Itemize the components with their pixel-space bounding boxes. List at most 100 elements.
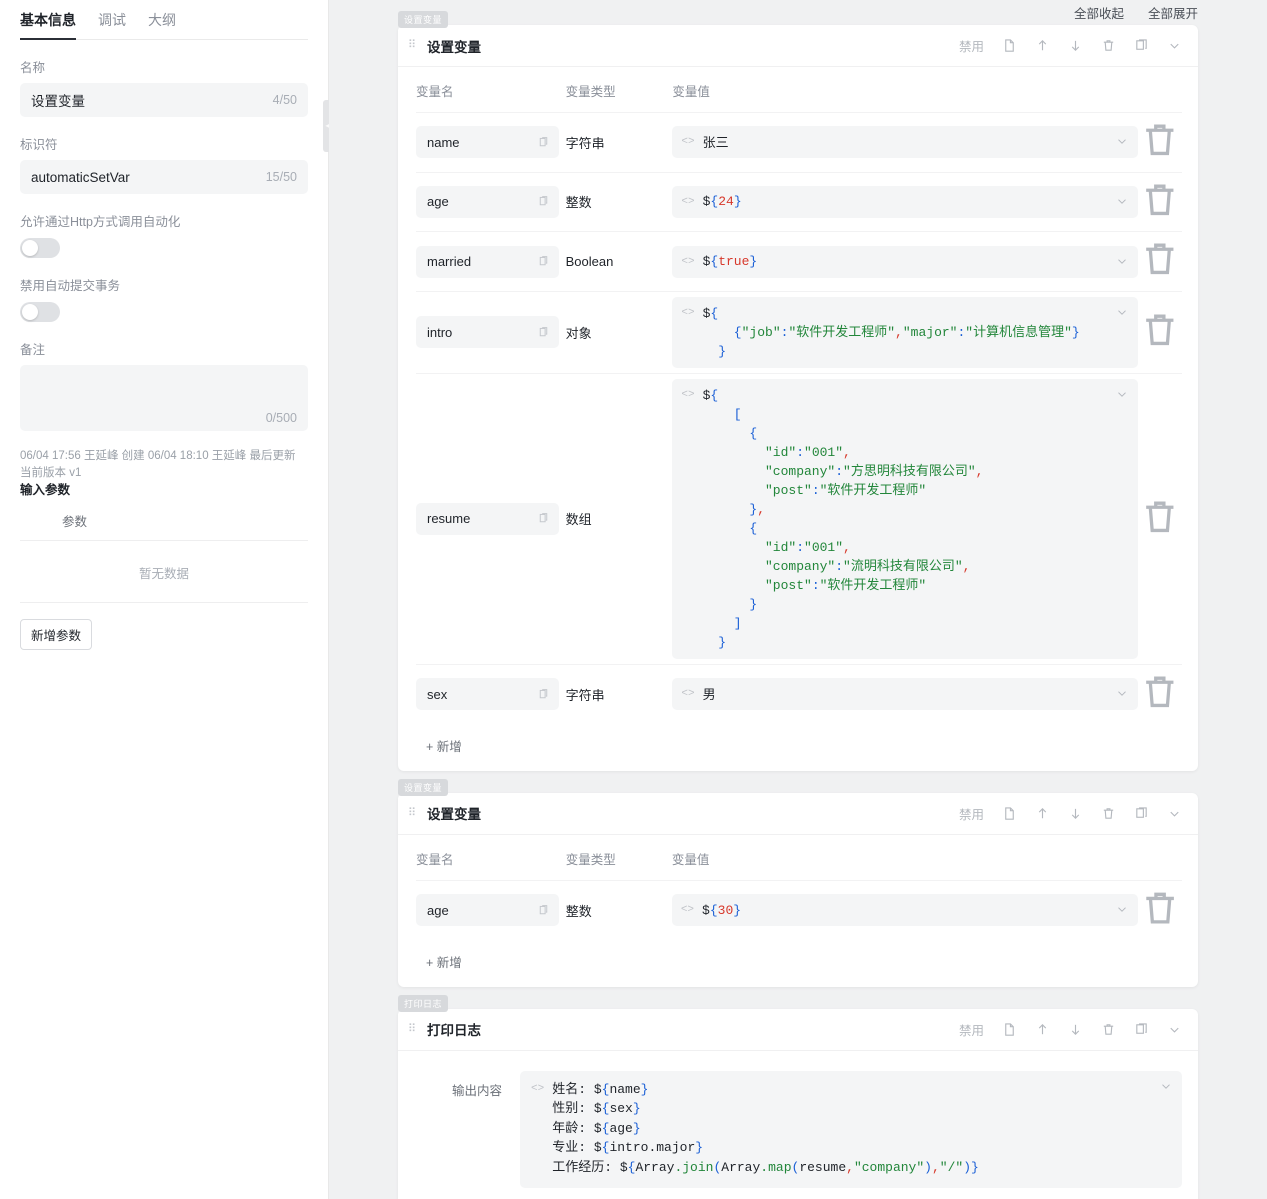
var-value-text: ${ [ { "id":"001", "company":"方思明科技有限公司"…: [703, 386, 984, 652]
var-type-cell: 整数: [566, 880, 672, 940]
node-head-actions: 禁用: [959, 804, 1182, 823]
copy-field-icon[interactable]: [537, 136, 550, 149]
name-char-count: 4/50: [273, 93, 297, 107]
chevron-down-icon[interactable]: [1167, 38, 1182, 53]
node-card: ⠿打印日志禁用输出内容<>姓名: ${name} 性别: ${sex} 年龄: …: [398, 1009, 1198, 1199]
disable-node-button[interactable]: 禁用: [959, 36, 984, 55]
copy-node-icon[interactable]: [1134, 38, 1149, 53]
delete-row-icon[interactable]: [1138, 149, 1182, 166]
version-line: 当前版本 v1: [20, 465, 308, 482]
value-expand-chevron-icon[interactable]: [1159, 1079, 1173, 1093]
remark-textarea[interactable]: 0/500: [20, 365, 308, 431]
var-value-editor[interactable]: <>${30}: [672, 894, 1138, 926]
code-expression-icon: <>: [681, 901, 694, 919]
drag-handle-icon[interactable]: ⠿: [408, 810, 418, 817]
disable-node-button[interactable]: 禁用: [959, 804, 984, 823]
delete-node-icon[interactable]: [1101, 806, 1116, 821]
var-value-editor[interactable]: <>${ {"job":"软件开发工程师","major":"计算机信息管理"}…: [672, 297, 1138, 368]
value-expand-chevron-icon[interactable]: [1115, 254, 1129, 268]
log-output-row: 输出内容<>姓名: ${name} 性别: ${sex} 年龄: ${age} …: [416, 1065, 1182, 1199]
drag-handle-icon[interactable]: ⠿: [408, 1026, 418, 1033]
var-name-input[interactable]: married: [416, 246, 559, 278]
duplicate-doc-icon[interactable]: [1002, 1022, 1017, 1037]
value-expand-chevron-icon[interactable]: [1115, 902, 1129, 916]
tab-basic-info[interactable]: 基本信息: [20, 10, 76, 39]
delete-row-icon[interactable]: [1138, 701, 1182, 718]
var-value-editor[interactable]: <>${24}: [672, 186, 1138, 218]
var-name-input[interactable]: age: [416, 894, 559, 926]
delete-node-icon[interactable]: [1101, 1022, 1116, 1037]
var-value-editor[interactable]: <>${ [ { "id":"001", "company":"方思明科技有限公…: [672, 379, 1138, 659]
delete-node-icon[interactable]: [1101, 38, 1116, 53]
var-name-input[interactable]: intro: [416, 316, 559, 348]
name-field-label: 名称: [20, 57, 308, 76]
drag-handle-icon[interactable]: ⠿: [408, 42, 418, 49]
var-value-editor[interactable]: <>张三: [672, 126, 1138, 158]
delete-row-icon[interactable]: [1138, 339, 1182, 356]
expand-all-button[interactable]: 全部展开: [1148, 3, 1198, 22]
log-output-label: 输出内容: [416, 1071, 502, 1189]
var-type-cell: 整数: [566, 172, 673, 232]
identifier-input[interactable]: automaticSetVar 15/50: [20, 160, 308, 194]
var-name-input[interactable]: sex: [416, 678, 559, 710]
copy-field-icon[interactable]: [537, 255, 550, 268]
add-variable-button[interactable]: + 新增: [416, 940, 1182, 977]
add-param-button[interactable]: 新增参数: [20, 619, 92, 650]
value-expand-chevron-icon[interactable]: [1115, 194, 1129, 208]
disable-node-button[interactable]: 禁用: [959, 1020, 984, 1039]
var-type-cell: Boolean: [566, 232, 673, 292]
name-input[interactable]: 设置变量 4/50: [20, 83, 308, 117]
var-value-editor[interactable]: <>${true}: [672, 246, 1138, 278]
row-actions-cell: [1138, 664, 1182, 723]
copy-node-icon[interactable]: [1134, 806, 1149, 821]
flow-node-log: 打印日志⠿打印日志禁用输出内容<>姓名: ${name} 性别: ${sex} …: [398, 1009, 1198, 1199]
value-expand-chevron-icon[interactable]: [1115, 686, 1129, 700]
copy-field-icon[interactable]: [537, 512, 550, 525]
chevron-down-icon[interactable]: [1167, 1022, 1182, 1037]
move-down-icon[interactable]: [1068, 806, 1083, 821]
table-row: sex字符串<>男: [416, 664, 1182, 723]
var-name-input[interactable]: resume: [416, 503, 559, 535]
value-expand-chevron-icon[interactable]: [1115, 305, 1129, 319]
var-name-input[interactable]: age: [416, 186, 559, 218]
var-value-editor[interactable]: <>男: [672, 678, 1138, 710]
var-name-input[interactable]: name: [416, 126, 559, 158]
copy-field-icon[interactable]: [537, 195, 550, 208]
row-actions-cell: [1138, 172, 1182, 232]
copy-field-icon[interactable]: [537, 326, 550, 339]
copy-node-icon[interactable]: [1134, 1022, 1149, 1037]
input-params-title: 输入参数: [20, 482, 308, 499]
add-variable-button[interactable]: + 新增: [416, 724, 1182, 761]
value-expand-chevron-icon[interactable]: [1115, 134, 1129, 148]
table-row: intro对象<>${ {"job":"软件开发工程师","major":"计算…: [416, 291, 1182, 373]
var-name-value: intro: [427, 325, 452, 340]
duplicate-doc-icon[interactable]: [1002, 806, 1017, 821]
var-value-cell: <>${ [ { "id":"001", "company":"方思明科技有限公…: [672, 373, 1138, 664]
col-var-value: 变量值: [672, 81, 1138, 113]
move-up-icon[interactable]: [1035, 806, 1050, 821]
duplicate-doc-icon[interactable]: [1002, 38, 1017, 53]
node-title: 设置变量: [427, 36, 481, 56]
collapse-all-button[interactable]: 全部收起: [1074, 3, 1124, 22]
var-name-value: age: [427, 903, 449, 918]
move-down-icon[interactable]: [1068, 38, 1083, 53]
copy-field-icon[interactable]: [537, 688, 550, 701]
node-body: 输出内容<>姓名: ${name} 性别: ${sex} 年龄: ${age} …: [398, 1051, 1198, 1199]
delete-row-icon[interactable]: [1138, 917, 1182, 934]
delete-row-icon[interactable]: [1138, 268, 1182, 285]
value-expand-chevron-icon[interactable]: [1115, 387, 1129, 401]
tab-outline[interactable]: 大纲: [148, 10, 176, 39]
chevron-down-icon[interactable]: [1167, 806, 1182, 821]
tab-debug[interactable]: 调试: [98, 10, 126, 39]
move-up-icon[interactable]: [1035, 1022, 1050, 1037]
log-content-editor[interactable]: <>姓名: ${name} 性别: ${sex} 年龄: ${age} 专业: …: [520, 1071, 1182, 1189]
move-down-icon[interactable]: [1068, 1022, 1083, 1037]
move-up-icon[interactable]: [1035, 38, 1050, 53]
node-title: 设置变量: [427, 803, 481, 823]
variables-table: 变量名变量类型变量值age整数<>${30}: [416, 849, 1182, 940]
http-toggle[interactable]: [20, 238, 60, 258]
delete-row-icon[interactable]: [1138, 208, 1182, 225]
copy-field-icon[interactable]: [537, 904, 550, 917]
delete-row-icon[interactable]: [1138, 525, 1182, 542]
autocommit-toggle[interactable]: [20, 302, 60, 322]
